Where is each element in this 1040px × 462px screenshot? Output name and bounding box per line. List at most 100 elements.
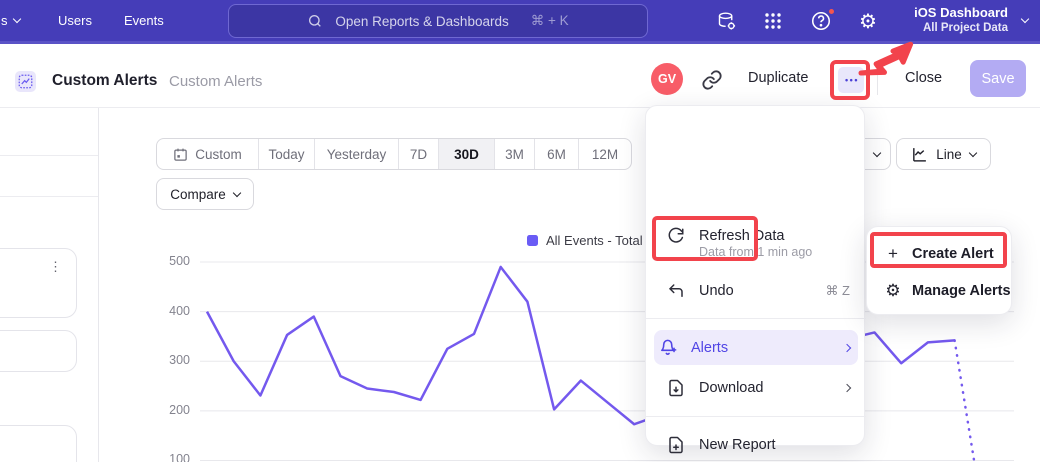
- duplicate-label: Duplicate: [748, 70, 808, 86]
- y-axis-tick: 200: [158, 403, 190, 417]
- line-chart-icon: [911, 146, 928, 163]
- nav-item-clipped[interactable]: s: [1, 0, 20, 41]
- range-7d[interactable]: 7D: [398, 139, 438, 169]
- submenu-item-create-alert[interactable]: + Create Alert: [867, 236, 1013, 272]
- notification-dot: [827, 7, 836, 16]
- avatar[interactable]: GV: [651, 63, 683, 95]
- insights-chart-icon: [18, 74, 33, 89]
- settings-button[interactable]: ⚙: [856, 9, 880, 33]
- report-icon-tile: [15, 71, 36, 92]
- link-icon: [701, 69, 723, 91]
- chevron-right-icon: [843, 384, 851, 392]
- chevron-right-icon: [843, 343, 851, 351]
- submenu-item-label: Create Alert: [912, 246, 994, 262]
- help-button[interactable]: [809, 9, 833, 33]
- gear-icon: ⚙: [884, 282, 902, 300]
- range-3m[interactable]: 3M: [494, 139, 534, 169]
- bell-plus-icon: [658, 338, 678, 358]
- range-6m[interactable]: 6M: [534, 139, 578, 169]
- menu-item-label: New Report: [699, 437, 776, 453]
- database-gear-icon: [716, 11, 737, 32]
- sidebar-separator: [0, 155, 98, 156]
- range-7d-label: 7D: [410, 147, 427, 162]
- download-icon: [666, 378, 686, 398]
- avatar-initials: GV: [658, 72, 676, 86]
- header-divider: [877, 64, 878, 95]
- project-switcher[interactable]: iOS Dashboard All Project Data: [914, 5, 1008, 36]
- chart-type-button[interactable]: Line: [896, 138, 991, 170]
- submenu-item-manage-alerts[interactable]: ⚙ Manage Alerts: [867, 273, 1013, 309]
- refresh-icon: [666, 226, 686, 246]
- menu-item-alerts[interactable]: Alerts: [646, 330, 866, 365]
- menu-item-label: Download: [699, 380, 764, 396]
- menu-divider: [646, 416, 866, 417]
- chevron-down-icon: [233, 188, 241, 196]
- range-12m[interactable]: 12M: [578, 139, 631, 169]
- range-custom-label: Custom: [195, 147, 242, 162]
- submenu-item-label: Manage Alerts: [912, 283, 1011, 299]
- menu-item-label: Refresh Data: [699, 228, 784, 244]
- legend-chip[interactable]: All Events - Total: [527, 233, 643, 248]
- project-chevron-down-icon: [1021, 15, 1029, 23]
- menu-item-sublabel: Data from 1 min ago: [699, 245, 812, 259]
- compare-label: Compare: [170, 187, 226, 202]
- range-3m-label: 3M: [505, 147, 524, 162]
- menu-divider: [646, 318, 866, 319]
- nav-item-events[interactable]: Events: [124, 0, 164, 41]
- chart-type-label: Line: [936, 147, 962, 162]
- range-yesterday[interactable]: Yesterday: [314, 139, 398, 169]
- menu-item-label: Alerts: [691, 340, 728, 356]
- range-6m-label: 6M: [547, 147, 566, 162]
- save-button[interactable]: Save: [970, 60, 1026, 97]
- page-title: Custom Alerts: [52, 72, 157, 90]
- chevron-down-icon: [969, 148, 977, 156]
- menu-item-new-report[interactable]: New Report: [646, 427, 866, 462]
- menu-item-undo[interactable]: Undo ⌘ Z: [646, 273, 866, 309]
- search-icon: [307, 13, 323, 29]
- nav-item-users[interactable]: Users: [58, 0, 92, 41]
- legend-swatch-icon: [527, 235, 538, 246]
- close-button[interactable]: Close: [905, 70, 942, 86]
- search-input[interactable]: Open Reports & Dashboards ⌘ + K: [228, 4, 648, 38]
- project-name: iOS Dashboard: [914, 5, 1008, 21]
- duplicate-button[interactable]: Duplicate: [748, 70, 808, 86]
- range-12m-label: 12M: [592, 147, 618, 162]
- more-options-button[interactable]: •••: [838, 67, 864, 93]
- nav-item-events-label: Events: [124, 13, 164, 28]
- range-30d[interactable]: 30D: [438, 139, 494, 169]
- range-yesterday-label: Yesterday: [327, 147, 387, 162]
- breadcrumb: Custom Alerts: [169, 73, 262, 90]
- topbar: s Users Events Open Reports & Dashboards…: [0, 0, 1040, 44]
- search-shortcut: ⌘ + K: [531, 13, 569, 29]
- grid-icon: [763, 11, 783, 31]
- undo-icon: [666, 281, 686, 301]
- range-30d-label: 30D: [454, 147, 479, 162]
- nav-item-users-label: Users: [58, 13, 92, 28]
- range-custom[interactable]: Custom: [157, 139, 258, 169]
- menu-item-label: Undo: [699, 283, 734, 299]
- data-management-button[interactable]: [714, 9, 738, 33]
- alerts-submenu: + Create Alert ⚙ Manage Alerts: [866, 226, 1012, 315]
- legend-label: All Events - Total: [546, 233, 643, 248]
- menu-item-shortcut: ⌘ Z: [825, 283, 850, 299]
- chevron-down-icon: [12, 15, 20, 23]
- nav-item-clipped-label: s: [1, 13, 8, 28]
- compare-button[interactable]: Compare: [156, 178, 254, 210]
- apps-grid-button[interactable]: [761, 9, 785, 33]
- menu-item-download[interactable]: Download: [646, 370, 866, 406]
- range-today-label: Today: [268, 147, 304, 162]
- plus-icon: +: [884, 245, 902, 263]
- close-label: Close: [905, 70, 942, 86]
- range-today[interactable]: Today: [258, 139, 314, 169]
- new-report-icon: [666, 435, 686, 455]
- project-scope: All Project Data: [914, 21, 1008, 35]
- save-label: Save: [981, 71, 1014, 87]
- copy-link-button[interactable]: [701, 69, 723, 91]
- chevron-down-icon: [872, 148, 880, 156]
- more-horizontal-icon: •••: [845, 75, 859, 85]
- y-axis-tick: 100: [158, 452, 190, 462]
- calendar-icon: [173, 147, 188, 162]
- gear-icon: ⚙: [859, 9, 877, 34]
- y-axis-tick: 500: [158, 254, 190, 268]
- sidebar-separator: [0, 196, 98, 197]
